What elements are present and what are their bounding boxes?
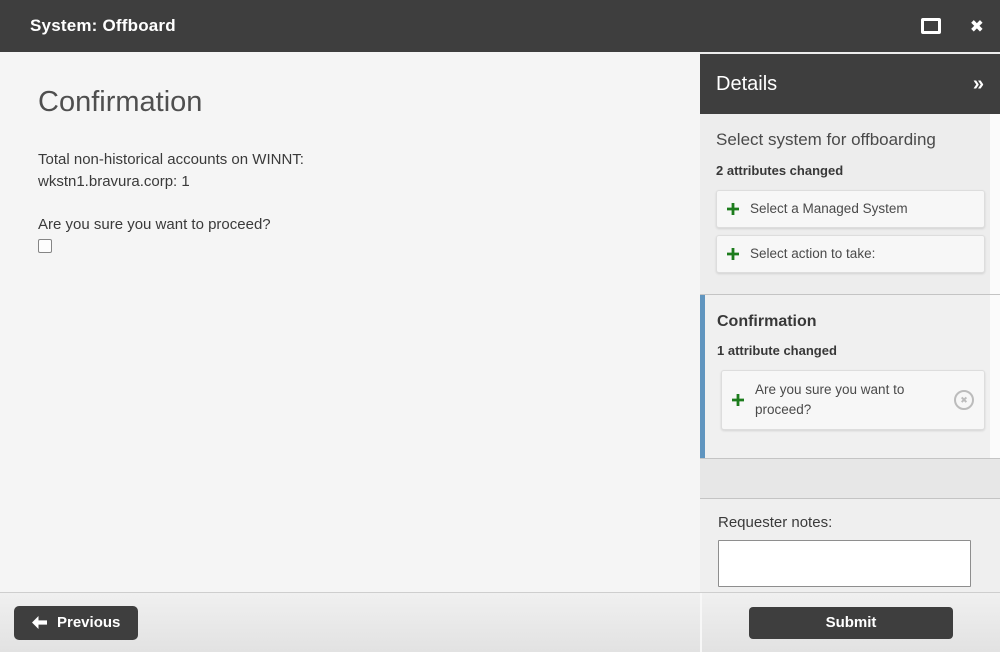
section-status-badge: 2 attributes changed: [716, 163, 844, 178]
app-window: System: Offboard ✖ Confirmation Total no…: [0, 0, 1000, 652]
details-sidebar: Details » Select system for offboarding …: [700, 52, 1000, 592]
summary-line-2: wkstn1.bravura.corp: 1: [38, 173, 190, 190]
proceed-checkbox[interactable]: [38, 239, 52, 253]
summary-text: Total non-historical accounts on WINNT: …: [38, 149, 670, 193]
collapse-sidebar-icon[interactable]: »: [973, 74, 984, 94]
footer-sidebar: Submit: [700, 593, 1000, 652]
remove-attribute-icon[interactable]: ✖: [954, 390, 974, 410]
attribute-item-label: Select action to take:: [750, 246, 876, 261]
section-confirmation-content: Confirmation 1 attribute changed Are you…: [705, 295, 990, 458]
section-title: Confirmation: [717, 313, 817, 330]
confirm-question: Are you sure you want to proceed?: [38, 216, 271, 233]
attribute-item-managed-system[interactable]: Select a Managed System: [716, 190, 985, 228]
page-title: Confirmation: [38, 86, 203, 118]
arrow-left-icon: [32, 616, 47, 629]
plus-icon: [727, 248, 739, 260]
summary-line-1: Total non-historical accounts on WINNT:: [38, 151, 304, 168]
details-header: Details »: [700, 54, 1000, 114]
section-select-system: Select system for offboarding 2 attribut…: [700, 114, 1000, 295]
requester-notes-label: Requester notes:: [718, 514, 833, 531]
scrollbar-track[interactable]: [990, 114, 1000, 294]
titlebar-icons: ✖: [920, 17, 984, 35]
attribute-item-action[interactable]: Select action to take:: [716, 235, 985, 273]
plus-icon: [727, 203, 739, 215]
section-title: Select system for offboarding: [716, 130, 936, 149]
footer-main: Previous: [0, 593, 700, 652]
main-panel: Confirmation Total non-historical accoun…: [0, 52, 700, 592]
section-confirmation: Confirmation 1 attribute changed Are you…: [700, 295, 1000, 459]
requester-notes-input[interactable]: [718, 540, 971, 587]
close-icon[interactable]: ✖: [970, 18, 984, 35]
scrollbar-track[interactable]: [990, 295, 1000, 458]
attribute-item-label: Are you sure you want to proceed?: [755, 382, 905, 417]
maximize-icon[interactable]: [920, 17, 942, 35]
maximize-icon-box: [920, 18, 941, 34]
attribute-item-label: Select a Managed System: [750, 201, 908, 216]
requester-notes-section: Requester notes:: [700, 499, 1000, 592]
plus-icon: [732, 394, 744, 406]
sidebar-spacer: [700, 459, 1000, 499]
details-title: Details: [716, 72, 778, 95]
window-title: System: Offboard: [30, 16, 176, 35]
footer-bar: Previous Submit: [0, 592, 1000, 652]
previous-button-label: Previous: [57, 614, 121, 631]
submit-button[interactable]: Submit: [749, 606, 953, 639]
attribute-item-proceed[interactable]: Are you sure you want to proceed? ✖: [721, 370, 985, 430]
content-row: Confirmation Total non-historical accoun…: [0, 52, 1000, 592]
previous-button[interactable]: Previous: [14, 605, 139, 640]
section-status-badge: 1 attribute changed: [717, 343, 837, 358]
titlebar: System: Offboard ✖: [0, 0, 1000, 52]
section-select-system-content: Select system for offboarding 2 attribut…: [700, 114, 990, 294]
